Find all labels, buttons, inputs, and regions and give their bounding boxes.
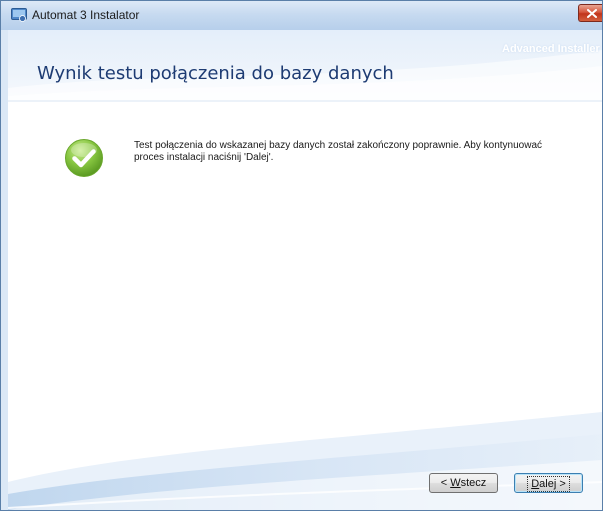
result-message: Test połączenia do wskazanej bazy danych… bbox=[134, 140, 543, 163]
page-title: Wynik testu połączenia do bazy danych bbox=[37, 63, 394, 84]
installer-window: Automat 3 Instalator Advanced Installer … bbox=[0, 0, 603, 511]
app-icon bbox=[11, 8, 27, 22]
next-button-label: Dalej > bbox=[527, 476, 570, 492]
back-button[interactable]: < Wstecz bbox=[429, 473, 498, 493]
window-title: Automat 3 Instalator bbox=[32, 8, 140, 22]
close-icon bbox=[587, 9, 597, 18]
close-button[interactable] bbox=[578, 4, 602, 22]
title-bar[interactable]: Automat 3 Instalator bbox=[1, 1, 602, 30]
brand-watermark: Advanced Installer bbox=[502, 43, 600, 55]
success-check-icon bbox=[65, 139, 103, 177]
header-banner: Advanced Installer Wynik testu połączeni… bbox=[8, 30, 602, 102]
next-button[interactable]: Dalej > bbox=[514, 473, 583, 493]
wizard-page: Advanced Installer Wynik testu połączeni… bbox=[8, 30, 602, 510]
back-button-label: < Wstecz bbox=[440, 477, 487, 489]
footer-swoosh-decoration bbox=[8, 412, 602, 510]
